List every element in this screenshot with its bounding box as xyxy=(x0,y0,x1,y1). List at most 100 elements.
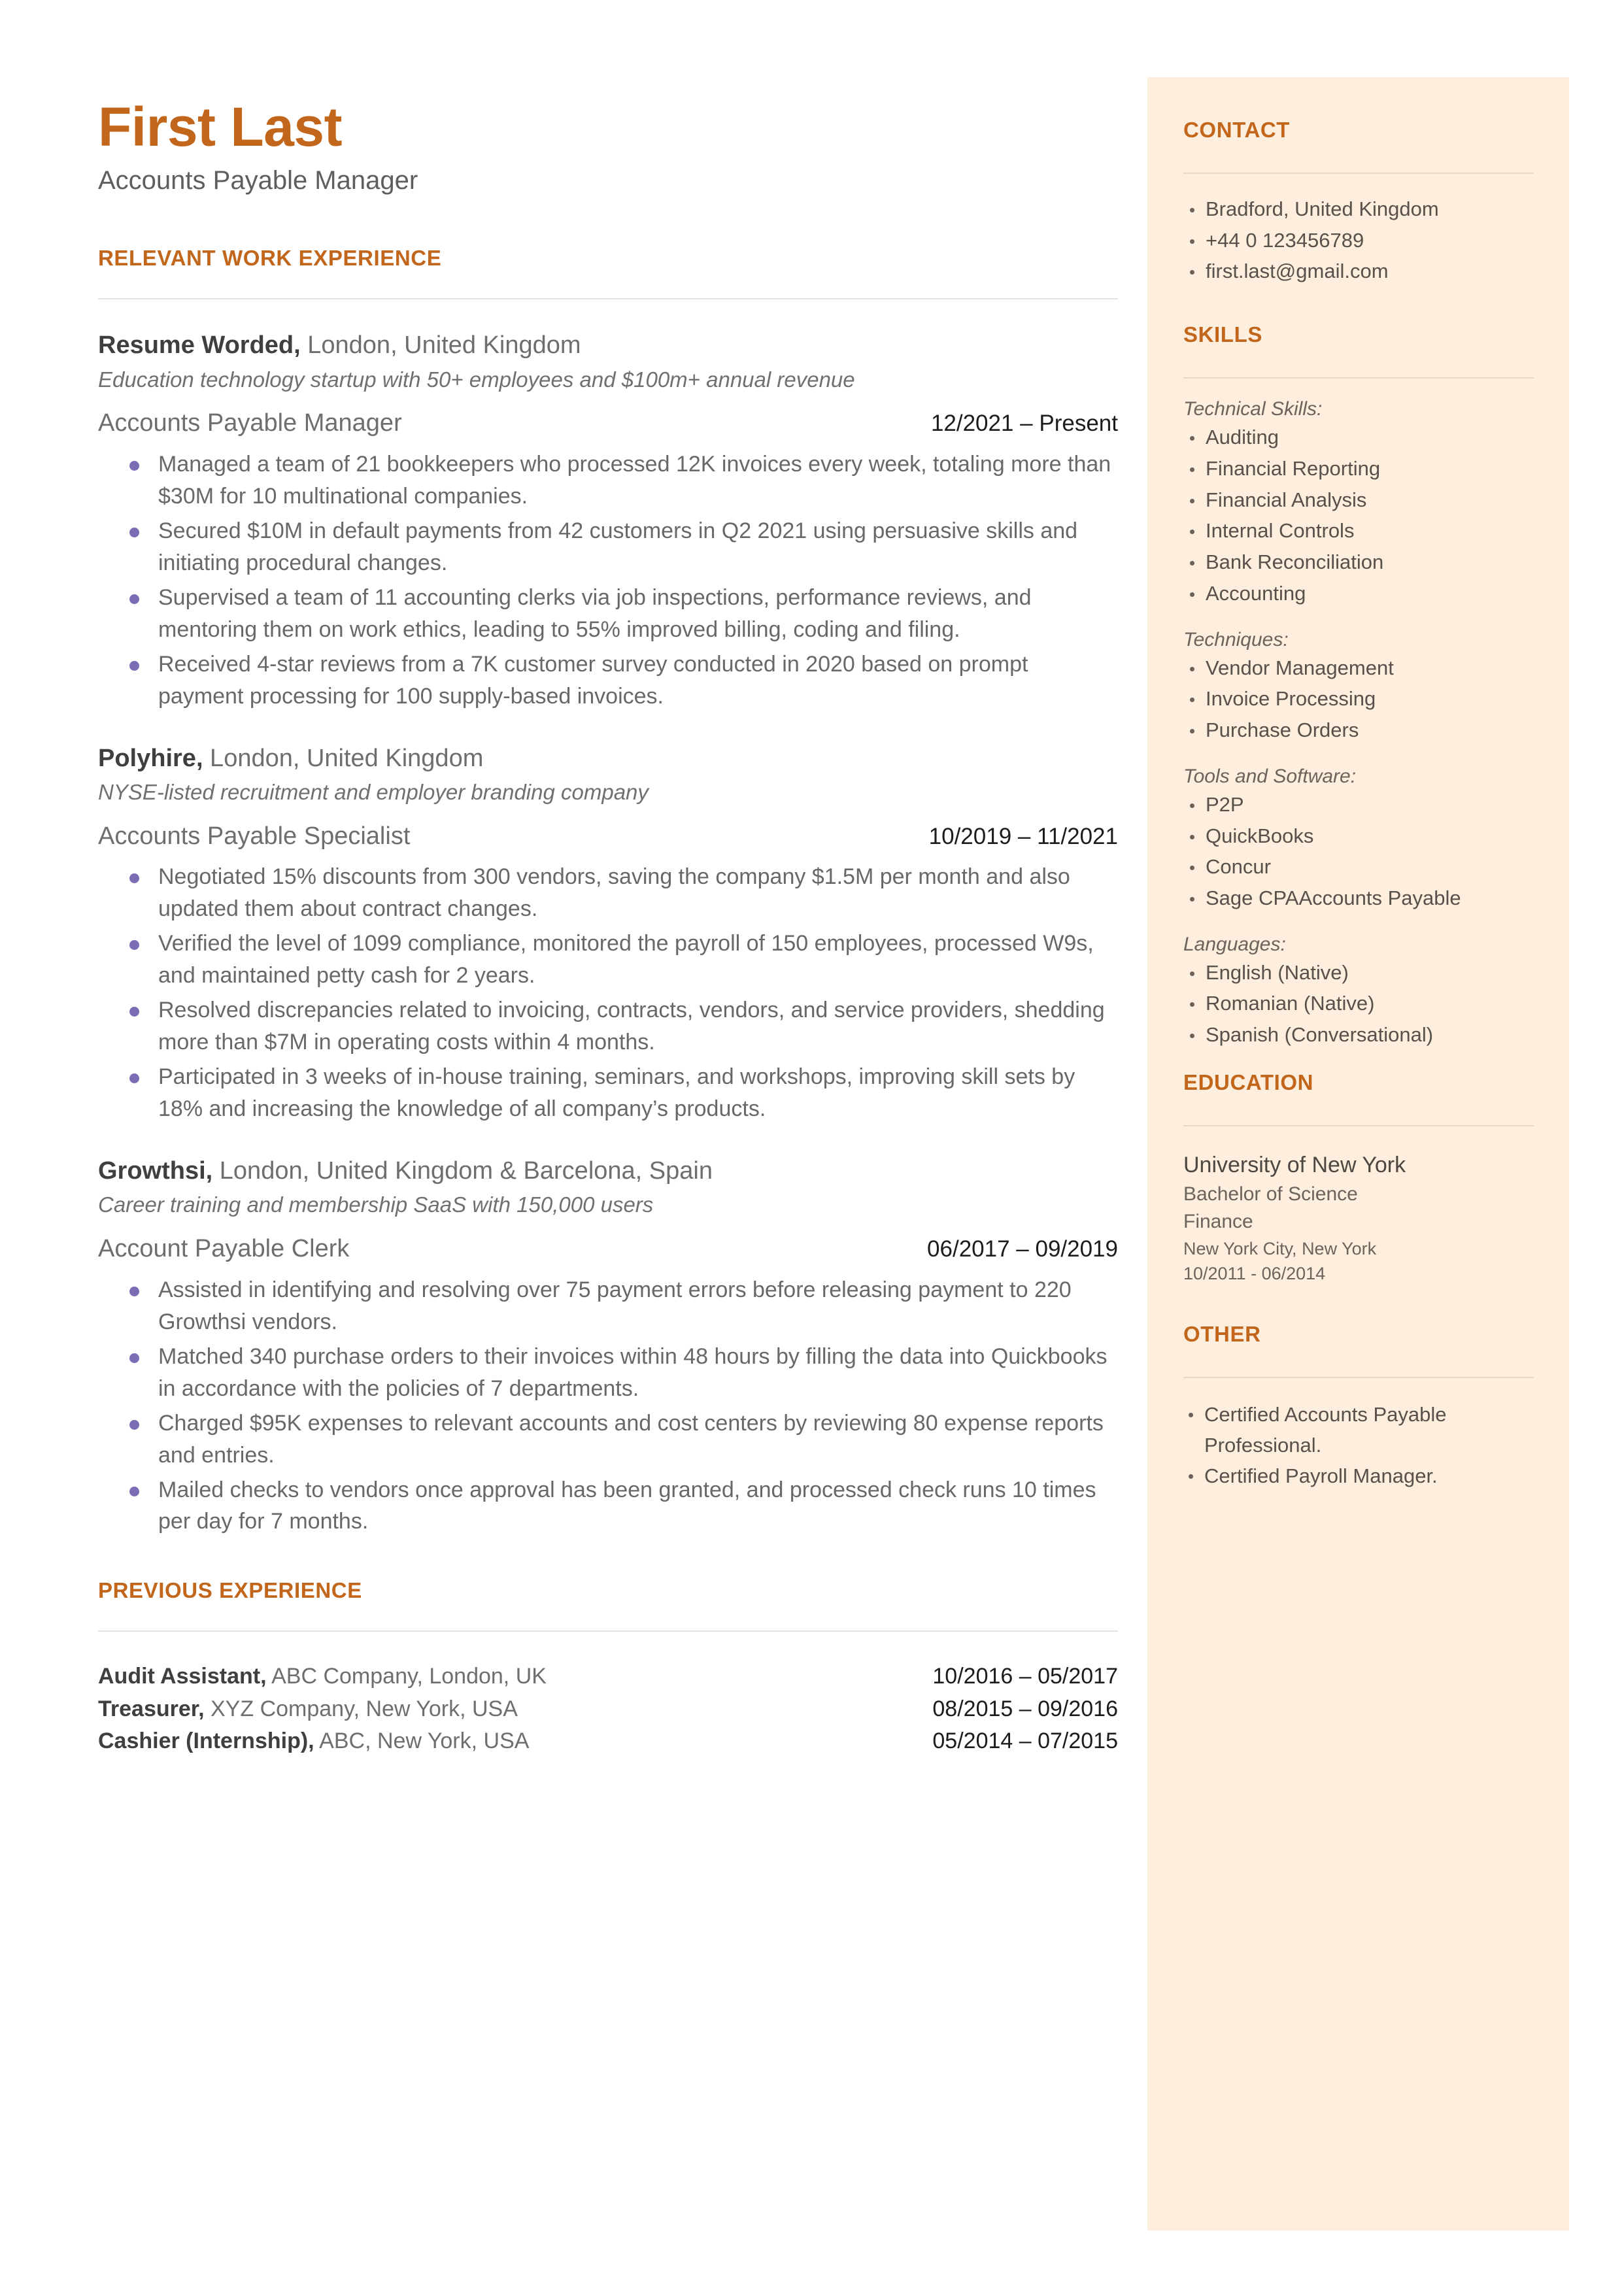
role-dates: 10/2019 – 11/2021 xyxy=(928,823,1118,849)
skill-items: English (Native) Romanian (Native) Spani… xyxy=(1183,957,1534,1051)
sidebar: CONTACT Bradford, United Kingdom +44 0 1… xyxy=(1147,77,1569,2231)
education-divider xyxy=(1183,1124,1534,1126)
relevant-work-divider xyxy=(98,298,1118,300)
previous-role-title: Cashier (Internship), xyxy=(98,1729,314,1753)
previous-role-dates: 05/2014 – 07/2015 xyxy=(932,1729,1118,1753)
skill-items: Auditing Financial Reporting Financial A… xyxy=(1183,422,1534,609)
previous-experience-row: Treasurer, XYZ Company, New York, USA 08… xyxy=(98,1693,1118,1725)
achievement-list: Negotiated 15% discounts from 300 vendor… xyxy=(98,861,1118,1125)
other-item: Certified Accounts Payable Professional. xyxy=(1183,1399,1534,1460)
main-content: First Last Accounts Payable Manager RELE… xyxy=(98,98,1118,1757)
achievement-list: Managed a team of 21 bookkeepers who pro… xyxy=(98,448,1118,713)
sidebar-section-other-title: OTHER xyxy=(1183,1321,1261,1346)
skill-item: Internal Controls xyxy=(1183,515,1534,547)
previous-role-dates: 10/2016 – 05/2017 xyxy=(932,1664,1118,1689)
company-location: London, United Kingdom xyxy=(203,744,484,772)
previous-experience-divider xyxy=(98,1630,1118,1632)
previous-role-detail: XYZ Company, New York, USA xyxy=(204,1696,518,1721)
education-degree: Bachelor of Science xyxy=(1183,1183,1358,1205)
contact-divider xyxy=(1183,173,1534,174)
experience-entry: Polyhire, London, United Kingdom NYSE-li… xyxy=(98,743,1118,1125)
education-block: University of New York Bachelor of Scien… xyxy=(1183,1150,1534,1287)
achievement-item: Supervised a team of 11 accounting clerk… xyxy=(98,582,1118,646)
role-row: Accounts Payable Manager 12/2021 – Prese… xyxy=(98,408,1118,439)
role-dates: 12/2021 – Present xyxy=(930,411,1118,437)
skill-item: Financial Reporting xyxy=(1183,453,1534,484)
skill-item: P2P xyxy=(1183,789,1534,820)
achievement-item: Matched 340 purchase orders to their inv… xyxy=(98,1341,1118,1405)
other-item: Certified Payroll Manager. xyxy=(1183,1460,1534,1491)
skill-group-tools: Tools and Software: P2P QuickBooks Concu… xyxy=(1183,766,1534,914)
role-title: Accounts Payable Specialist xyxy=(98,822,411,850)
previous-role: Treasurer, XYZ Company, New York, USA xyxy=(98,1693,518,1725)
previous-role-title: Treasurer, xyxy=(98,1696,205,1721)
achievement-item: Participated in 3 weeks of in-house trai… xyxy=(98,1061,1118,1125)
skill-item: QuickBooks xyxy=(1183,820,1534,852)
skill-item: Sage CPAAccounts Payable xyxy=(1183,883,1534,914)
achievement-item: Mailed checks to vendors once approval h… xyxy=(98,1474,1118,1538)
skill-item: Romanian (Native) xyxy=(1183,988,1534,1019)
contact-item-location: Bradford, United Kingdom xyxy=(1183,194,1534,225)
skill-group-label: Techniques: xyxy=(1183,628,1289,650)
skills-divider xyxy=(1183,377,1534,379)
previous-role-detail: ABC Company, London, UK xyxy=(266,1664,547,1689)
previous-role: Audit Assistant, ABC Company, London, UK xyxy=(98,1661,547,1693)
experience-entry: Resume Worded, London, United Kingdom Ed… xyxy=(98,329,1118,712)
previous-experience-list: Audit Assistant, ABC Company, London, UK… xyxy=(98,1661,1118,1757)
education-location: New York City, New York xyxy=(1183,1239,1377,1259)
skill-item: Financial Analysis xyxy=(1183,484,1534,516)
achievement-item: Assisted in identifying and resolving ov… xyxy=(98,1274,1118,1338)
section-previous-experience-title: PREVIOUS EXPERIENCE xyxy=(98,1578,362,1603)
achievement-item: Secured $10M in default payments from 42… xyxy=(98,515,1118,579)
previous-role-dates: 08/2015 – 09/2016 xyxy=(932,1696,1118,1721)
skill-item: Purchase Orders xyxy=(1183,715,1534,746)
role-title: Account Payable Clerk xyxy=(98,1235,350,1263)
other-list: Certified Accounts Payable Professional.… xyxy=(1183,1399,1534,1491)
role-dates: 06/2017 – 09/2019 xyxy=(927,1236,1118,1262)
sidebar-section-education-title: EDUCATION xyxy=(1183,1070,1314,1094)
other-divider xyxy=(1183,1376,1534,1378)
skill-group-languages: Languages: English (Native) Romanian (Na… xyxy=(1183,934,1534,1051)
education-field: Finance xyxy=(1183,1211,1253,1233)
skill-item: Concur xyxy=(1183,851,1534,883)
company-name: Resume Worded, xyxy=(98,331,301,360)
achievement-list: Assisted in identifying and resolving ov… xyxy=(98,1274,1118,1538)
role-row: Account Payable Clerk 06/2017 – 09/2019 xyxy=(98,1234,1118,1265)
education-dates: 10/2011 - 06/2014 xyxy=(1183,1264,1326,1284)
skill-group-label: Technical Skills: xyxy=(1183,398,1323,420)
skill-item: Vendor Management xyxy=(1183,652,1534,684)
skill-item: Spanish (Conversational) xyxy=(1183,1019,1534,1051)
skill-items: Vendor Management Invoice Processing Pur… xyxy=(1183,652,1534,746)
company-name: Growthsi, xyxy=(98,1157,213,1185)
skill-items: P2P QuickBooks Concur Sage CPAAccounts P… xyxy=(1183,789,1534,914)
skill-item: Accounting xyxy=(1183,578,1534,609)
achievement-item: Resolved discrepancies related to invoic… xyxy=(98,994,1118,1058)
education-school: University of New York xyxy=(1183,1152,1406,1177)
achievement-item: Managed a team of 21 bookkeepers who pro… xyxy=(98,448,1118,513)
skills-groups: Technical Skills: Auditing Financial Rep… xyxy=(1183,398,1534,1051)
company-name: Polyhire, xyxy=(98,744,203,772)
previous-role: Cashier (Internship), ABC, New York, USA xyxy=(98,1725,529,1757)
skill-item: Bank Reconciliation xyxy=(1183,547,1534,578)
skill-item: English (Native) xyxy=(1183,957,1534,988)
headline: Accounts Payable Manager xyxy=(98,166,418,195)
company-location: London, United Kingdom & Barcelona, Spai… xyxy=(212,1157,713,1185)
skill-group-techniques: Techniques: Vendor Management Invoice Pr… xyxy=(1183,629,1534,746)
skill-group-label: Tools and Software: xyxy=(1183,765,1357,787)
skill-item: Invoice Processing xyxy=(1183,683,1534,715)
experience-entry: Growthsi, London, United Kingdom & Barce… xyxy=(98,1155,1118,1538)
role-title: Accounts Payable Manager xyxy=(98,409,402,437)
skill-item: Auditing xyxy=(1183,422,1534,453)
company-line: Resume Worded, London, United Kingdom xyxy=(98,329,1118,362)
company-description: Career training and membership SaaS with… xyxy=(98,1192,654,1217)
previous-experience-row: Audit Assistant, ABC Company, London, UK… xyxy=(98,1661,1118,1693)
achievement-item: Negotiated 15% discounts from 300 vendor… xyxy=(98,861,1118,925)
previous-role-detail: ABC, New York, USA xyxy=(314,1729,530,1753)
sidebar-section-skills-title: SKILLS xyxy=(1183,322,1262,347)
sidebar-section-contact-title: CONTACT xyxy=(1183,118,1291,142)
company-line: Polyhire, London, United Kingdom xyxy=(98,743,1118,775)
page-title: First Last xyxy=(98,96,343,158)
skill-group-technical: Technical Skills: Auditing Financial Rep… xyxy=(1183,398,1534,609)
achievement-item: Verified the level of 1099 compliance, m… xyxy=(98,928,1118,992)
previous-experience-row: Cashier (Internship), ABC, New York, USA… xyxy=(98,1725,1118,1757)
